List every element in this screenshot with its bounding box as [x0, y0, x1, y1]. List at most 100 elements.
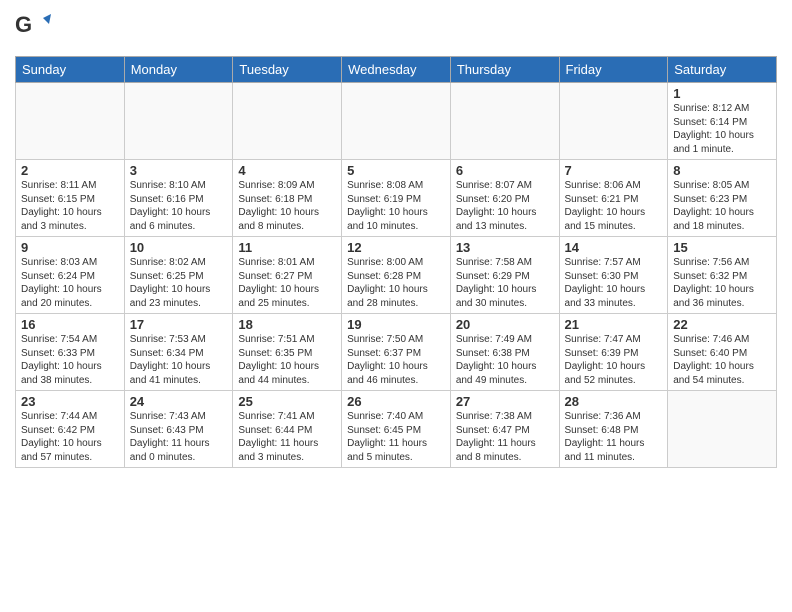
calendar-cell: 16Sunrise: 7:54 AM Sunset: 6:33 PM Dayli… [16, 314, 125, 391]
day-info: Sunrise: 7:51 AM Sunset: 6:35 PM Dayligh… [238, 333, 336, 387]
day-info: Sunrise: 7:57 AM Sunset: 6:30 PM Dayligh… [565, 256, 663, 310]
day-header-sunday: Sunday [16, 57, 125, 83]
day-number: 24 [130, 394, 228, 409]
day-info: Sunrise: 8:11 AM Sunset: 6:15 PM Dayligh… [21, 179, 119, 233]
calendar-cell: 8Sunrise: 8:05 AM Sunset: 6:23 PM Daylig… [668, 160, 777, 237]
calendar-cell: 24Sunrise: 7:43 AM Sunset: 6:43 PM Dayli… [124, 391, 233, 468]
day-number: 21 [565, 317, 663, 332]
calendar-header: SundayMondayTuesdayWednesdayThursdayFrid… [16, 57, 777, 83]
day-header-monday: Monday [124, 57, 233, 83]
day-header-tuesday: Tuesday [233, 57, 342, 83]
day-number: 14 [565, 240, 663, 255]
day-number: 8 [673, 163, 771, 178]
day-number: 12 [347, 240, 445, 255]
calendar-cell: 12Sunrise: 8:00 AM Sunset: 6:28 PM Dayli… [342, 237, 451, 314]
day-header-saturday: Saturday [668, 57, 777, 83]
day-info: Sunrise: 8:05 AM Sunset: 6:23 PM Dayligh… [673, 179, 771, 233]
calendar-cell: 25Sunrise: 7:41 AM Sunset: 6:44 PM Dayli… [233, 391, 342, 468]
day-number: 26 [347, 394, 445, 409]
day-number: 19 [347, 317, 445, 332]
week-row-2: 2Sunrise: 8:11 AM Sunset: 6:15 PM Daylig… [16, 160, 777, 237]
calendar-cell [233, 83, 342, 160]
calendar-cell: 5Sunrise: 8:08 AM Sunset: 6:19 PM Daylig… [342, 160, 451, 237]
calendar-cell: 7Sunrise: 8:06 AM Sunset: 6:21 PM Daylig… [559, 160, 668, 237]
day-number: 6 [456, 163, 554, 178]
day-info: Sunrise: 7:41 AM Sunset: 6:44 PM Dayligh… [238, 410, 336, 464]
day-number: 16 [21, 317, 119, 332]
calendar-cell: 23Sunrise: 7:44 AM Sunset: 6:42 PM Dayli… [16, 391, 125, 468]
day-number: 7 [565, 163, 663, 178]
day-number: 25 [238, 394, 336, 409]
day-info: Sunrise: 7:43 AM Sunset: 6:43 PM Dayligh… [130, 410, 228, 464]
day-info: Sunrise: 8:10 AM Sunset: 6:16 PM Dayligh… [130, 179, 228, 233]
calendar-body: 1Sunrise: 8:12 AM Sunset: 6:14 PM Daylig… [16, 83, 777, 468]
calendar-cell: 14Sunrise: 7:57 AM Sunset: 6:30 PM Dayli… [559, 237, 668, 314]
calendar-cell: 3Sunrise: 8:10 AM Sunset: 6:16 PM Daylig… [124, 160, 233, 237]
day-number: 20 [456, 317, 554, 332]
calendar-cell: 20Sunrise: 7:49 AM Sunset: 6:38 PM Dayli… [450, 314, 559, 391]
day-info: Sunrise: 7:58 AM Sunset: 6:29 PM Dayligh… [456, 256, 554, 310]
day-number: 2 [21, 163, 119, 178]
calendar-cell: 10Sunrise: 8:02 AM Sunset: 6:25 PM Dayli… [124, 237, 233, 314]
calendar-cell: 13Sunrise: 7:58 AM Sunset: 6:29 PM Dayli… [450, 237, 559, 314]
day-number: 23 [21, 394, 119, 409]
day-number: 3 [130, 163, 228, 178]
day-number: 10 [130, 240, 228, 255]
day-number: 13 [456, 240, 554, 255]
calendar-cell [342, 83, 451, 160]
logo: G [15, 10, 55, 46]
calendar-table: SundayMondayTuesdayWednesdayThursdayFrid… [15, 56, 777, 468]
day-number: 1 [673, 86, 771, 101]
day-info: Sunrise: 8:12 AM Sunset: 6:14 PM Dayligh… [673, 102, 771, 156]
calendar-cell: 26Sunrise: 7:40 AM Sunset: 6:45 PM Dayli… [342, 391, 451, 468]
day-number: 5 [347, 163, 445, 178]
day-info: Sunrise: 7:47 AM Sunset: 6:39 PM Dayligh… [565, 333, 663, 387]
day-number: 28 [565, 394, 663, 409]
calendar-cell: 9Sunrise: 8:03 AM Sunset: 6:24 PM Daylig… [16, 237, 125, 314]
day-number: 27 [456, 394, 554, 409]
calendar-cell: 19Sunrise: 7:50 AM Sunset: 6:37 PM Dayli… [342, 314, 451, 391]
day-number: 4 [238, 163, 336, 178]
calendar-cell: 22Sunrise: 7:46 AM Sunset: 6:40 PM Dayli… [668, 314, 777, 391]
week-row-5: 23Sunrise: 7:44 AM Sunset: 6:42 PM Dayli… [16, 391, 777, 468]
calendar-cell: 17Sunrise: 7:53 AM Sunset: 6:34 PM Dayli… [124, 314, 233, 391]
day-info: Sunrise: 7:50 AM Sunset: 6:37 PM Dayligh… [347, 333, 445, 387]
calendar-cell: 11Sunrise: 8:01 AM Sunset: 6:27 PM Dayli… [233, 237, 342, 314]
day-number: 17 [130, 317, 228, 332]
day-info: Sunrise: 7:36 AM Sunset: 6:48 PM Dayligh… [565, 410, 663, 464]
calendar-cell: 27Sunrise: 7:38 AM Sunset: 6:47 PM Dayli… [450, 391, 559, 468]
day-header-wednesday: Wednesday [342, 57, 451, 83]
calendar-cell [16, 83, 125, 160]
calendar-cell: 28Sunrise: 7:36 AM Sunset: 6:48 PM Dayli… [559, 391, 668, 468]
page-header: G [15, 10, 777, 46]
svg-text:G: G [15, 12, 32, 37]
day-number: 22 [673, 317, 771, 332]
week-row-3: 9Sunrise: 8:03 AM Sunset: 6:24 PM Daylig… [16, 237, 777, 314]
day-info: Sunrise: 7:54 AM Sunset: 6:33 PM Dayligh… [21, 333, 119, 387]
calendar-cell: 2Sunrise: 8:11 AM Sunset: 6:15 PM Daylig… [16, 160, 125, 237]
day-info: Sunrise: 7:44 AM Sunset: 6:42 PM Dayligh… [21, 410, 119, 464]
week-row-4: 16Sunrise: 7:54 AM Sunset: 6:33 PM Dayli… [16, 314, 777, 391]
day-info: Sunrise: 8:07 AM Sunset: 6:20 PM Dayligh… [456, 179, 554, 233]
calendar-cell: 21Sunrise: 7:47 AM Sunset: 6:39 PM Dayli… [559, 314, 668, 391]
week-row-1: 1Sunrise: 8:12 AM Sunset: 6:14 PM Daylig… [16, 83, 777, 160]
day-number: 11 [238, 240, 336, 255]
day-header-thursday: Thursday [450, 57, 559, 83]
day-info: Sunrise: 7:49 AM Sunset: 6:38 PM Dayligh… [456, 333, 554, 387]
day-header-friday: Friday [559, 57, 668, 83]
day-info: Sunrise: 8:08 AM Sunset: 6:19 PM Dayligh… [347, 179, 445, 233]
day-info: Sunrise: 8:00 AM Sunset: 6:28 PM Dayligh… [347, 256, 445, 310]
calendar-cell: 6Sunrise: 8:07 AM Sunset: 6:20 PM Daylig… [450, 160, 559, 237]
day-info: Sunrise: 7:46 AM Sunset: 6:40 PM Dayligh… [673, 333, 771, 387]
calendar-cell: 1Sunrise: 8:12 AM Sunset: 6:14 PM Daylig… [668, 83, 777, 160]
day-info: Sunrise: 7:53 AM Sunset: 6:34 PM Dayligh… [130, 333, 228, 387]
day-info: Sunrise: 8:02 AM Sunset: 6:25 PM Dayligh… [130, 256, 228, 310]
day-info: Sunrise: 8:09 AM Sunset: 6:18 PM Dayligh… [238, 179, 336, 233]
calendar-cell: 15Sunrise: 7:56 AM Sunset: 6:32 PM Dayli… [668, 237, 777, 314]
calendar-cell [559, 83, 668, 160]
day-number: 18 [238, 317, 336, 332]
page-container: G SundayMondayTuesdayWednesdayThursdayFr… [0, 0, 792, 478]
day-info: Sunrise: 8:01 AM Sunset: 6:27 PM Dayligh… [238, 256, 336, 310]
days-of-week-row: SundayMondayTuesdayWednesdayThursdayFrid… [16, 57, 777, 83]
calendar-cell [450, 83, 559, 160]
